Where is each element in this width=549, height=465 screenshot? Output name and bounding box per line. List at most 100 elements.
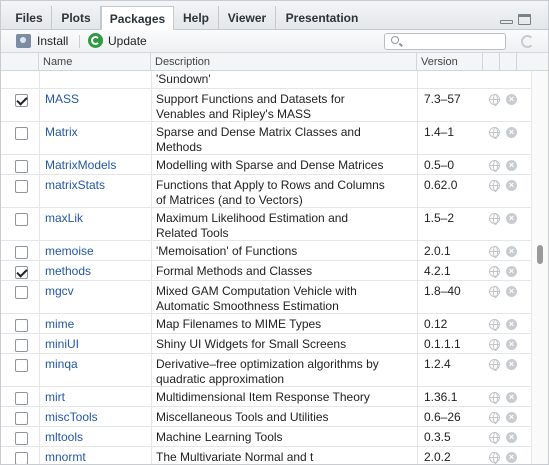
remove-icon[interactable]: ×: [506, 266, 517, 277]
globe-icon[interactable]: [489, 412, 500, 424]
remove-icon[interactable]: ×: [506, 213, 517, 224]
remove-icon[interactable]: ×: [506, 432, 517, 443]
globe-icon[interactable]: [489, 180, 500, 192]
load-checkbox[interactable]: [15, 452, 28, 464]
remove-icon[interactable]: ×: [506, 94, 517, 105]
load-checkbox[interactable]: [15, 127, 28, 140]
maximize-icon[interactable]: [518, 14, 531, 25]
remove-icon[interactable]: ×: [506, 246, 517, 257]
tab-presentation[interactable]: Presentation: [276, 6, 368, 30]
package-name-link[interactable]: matrixStats: [45, 178, 105, 193]
load-checkbox[interactable]: [15, 266, 28, 279]
load-checkbox[interactable]: [15, 319, 28, 332]
description-line: Functions that Apply to Rows and Columns: [156, 178, 385, 192]
table-row[interactable]: miscTools Miscellaneous Tools and Utiliti…: [1, 407, 531, 427]
remove-icon[interactable]: ×: [506, 452, 517, 463]
package-name-link[interactable]: mime: [45, 317, 74, 332]
tab-packages[interactable]: Packages: [101, 6, 174, 31]
table-row[interactable]: mirt Multidimensional Item Response Theor…: [1, 387, 531, 407]
globe-icon[interactable]: [489, 286, 500, 298]
remove-icon[interactable]: ×: [506, 412, 517, 423]
minimize-icon[interactable]: [500, 20, 513, 24]
globe-icon[interactable]: [489, 246, 500, 258]
table-row[interactable]: matrixStats Functions that Apply to Rows …: [1, 175, 531, 208]
globe-icon[interactable]: [489, 359, 500, 371]
table-row[interactable]: Matrix Sparse and Dense Matrix Classes an…: [1, 122, 531, 155]
globe-icon[interactable]: [489, 160, 500, 172]
remove-icon[interactable]: ×: [506, 319, 517, 330]
table-row[interactable]: methods Formal Methods and Classes 4.2.1 ×: [1, 261, 531, 281]
package-name-link[interactable]: MatrixModels: [45, 158, 116, 173]
tab-viewer[interactable]: Viewer: [219, 6, 276, 30]
tab-plots[interactable]: Plots: [52, 6, 101, 30]
globe-icon[interactable]: [489, 432, 500, 444]
table-row[interactable]: mime Map Filenames to MIME Types 0.12 ×: [1, 314, 531, 334]
package-name-link[interactable]: methods: [45, 264, 91, 279]
refresh-icon[interactable]: [521, 35, 534, 48]
update-button[interactable]: Update: [108, 33, 147, 50]
remove-icon[interactable]: ×: [506, 339, 517, 350]
remove-icon[interactable]: ×: [506, 392, 517, 403]
table-row[interactable]: miniUI Shiny UI Widgets for Small Screens…: [1, 334, 531, 354]
table-row[interactable]: mnormt The Multivariate Normal and t 2.0.2…: [1, 447, 531, 464]
tab-files[interactable]: Files: [7, 6, 52, 30]
package-name-link[interactable]: mltools: [45, 430, 83, 445]
table-row[interactable]: 'Sundown': [1, 71, 531, 89]
table-row[interactable]: minqa Derivative–free optimization algori…: [1, 354, 531, 387]
package-name-link[interactable]: minqa: [45, 357, 78, 372]
package-name-link[interactable]: maxLik: [45, 211, 83, 226]
header-name[interactable]: Name: [39, 53, 151, 71]
globe-icon[interactable]: [489, 392, 500, 404]
install-icon[interactable]: [16, 34, 31, 48]
globe-icon[interactable]: [489, 266, 500, 278]
globe-icon[interactable]: [489, 127, 500, 139]
remove-icon[interactable]: ×: [506, 286, 517, 297]
table-row[interactable]: mgcv Mixed GAM Computation Vehicle with Au…: [1, 281, 531, 314]
header-description[interactable]: Description: [151, 53, 417, 71]
globe-icon[interactable]: [489, 452, 500, 464]
header-version[interactable]: Version: [417, 53, 483, 71]
update-icon[interactable]: [88, 33, 103, 48]
globe-icon[interactable]: [489, 213, 500, 225]
globe-icon[interactable]: [489, 94, 500, 106]
description-line: Venables and Ripley's MASS: [156, 107, 312, 121]
scrollbar-thumb[interactable]: [537, 245, 543, 264]
load-checkbox[interactable]: [15, 432, 28, 445]
package-name-link[interactable]: Matrix: [45, 125, 78, 140]
table-row[interactable]: MASS Support Functions and Datasets for Ve…: [1, 89, 531, 122]
remove-icon[interactable]: ×: [506, 160, 517, 171]
package-name-link[interactable]: memoise: [45, 244, 94, 259]
load-checkbox[interactable]: [15, 180, 28, 193]
package-name-link[interactable]: mgcv: [45, 284, 74, 299]
load-checkbox[interactable]: [15, 286, 28, 299]
remove-icon[interactable]: ×: [506, 180, 517, 191]
load-checkbox[interactable]: [15, 246, 28, 259]
package-name-link[interactable]: mirt: [45, 390, 65, 405]
load-checkbox[interactable]: [15, 359, 28, 372]
table-row[interactable]: mltools Machine Learning Tools 0.3.5 ×: [1, 427, 531, 447]
globe-icon[interactable]: [489, 319, 500, 331]
load-checkbox[interactable]: [15, 94, 28, 107]
table-row[interactable]: memoise 'Memoisation' of Functions 2.0.1 ×: [1, 241, 531, 261]
package-name-link[interactable]: miniUI: [45, 337, 79, 352]
load-checkbox[interactable]: [15, 392, 28, 405]
load-checkbox[interactable]: [15, 213, 28, 226]
remove-icon[interactable]: ×: [506, 359, 517, 370]
package-name-link[interactable]: mnormt: [45, 450, 86, 464]
package-name-link[interactable]: miscTools: [45, 410, 98, 425]
globe-icon[interactable]: [489, 339, 500, 351]
install-button[interactable]: Install: [37, 33, 68, 50]
table-row[interactable]: MatrixModels Modelling with Sparse and De…: [1, 155, 531, 175]
table-row[interactable]: maxLik Maximum Likelihood Estimation and R…: [1, 208, 531, 241]
package-description: Mixed GAM Computation Vehicle with Automa…: [156, 284, 411, 314]
package-name-link[interactable]: MASS: [45, 92, 79, 107]
package-description: Multidimensional Item Response Theory: [156, 390, 411, 405]
load-checkbox[interactable]: [15, 160, 28, 173]
search-input[interactable]: [384, 33, 506, 50]
tab-help[interactable]: Help: [174, 6, 219, 30]
vertical-scrollbar[interactable]: [531, 71, 548, 464]
load-checkbox[interactable]: [15, 339, 28, 352]
description-line: Miscellaneous Tools and Utilities: [156, 410, 329, 424]
load-checkbox[interactable]: [15, 412, 28, 425]
remove-icon[interactable]: ×: [506, 127, 517, 138]
